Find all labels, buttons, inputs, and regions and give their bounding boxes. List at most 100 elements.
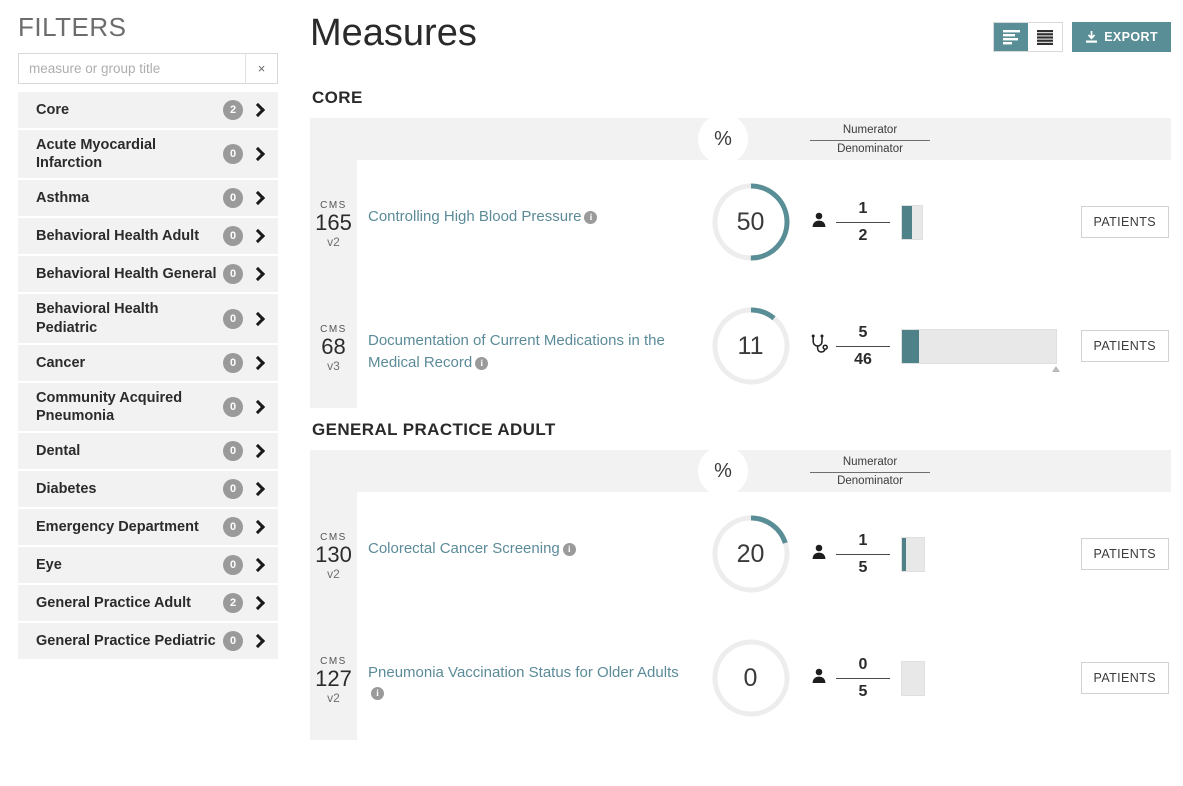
filter-item-count: 0 (223, 516, 243, 537)
chevron-right-icon[interactable] (252, 311, 266, 327)
cms-version: v2 (327, 566, 340, 581)
filter-item[interactable]: Asthma 0 (18, 180, 278, 219)
export-button[interactable]: EXPORT (1072, 22, 1171, 52)
filter-item-count: 2 (223, 592, 243, 613)
filter-item[interactable]: Emergency Department 0 (18, 508, 278, 547)
filter-item[interactable]: Community Acquired Pneumonia 0 (18, 382, 278, 433)
filter-item[interactable]: Diabetes 0 (18, 470, 278, 509)
header-actions: EXPORT (993, 14, 1171, 52)
percent-donut: 20 (709, 512, 793, 596)
numerator-header: Numerator (810, 455, 930, 473)
bar-track (901, 660, 925, 696)
filter-item-count: 0 (223, 144, 243, 165)
measure-name-link[interactable]: Colorectal Cancer Screening (368, 540, 560, 557)
percent-column-header: % (698, 114, 748, 164)
fraction-cell: 15 (804, 492, 892, 616)
download-icon (1086, 30, 1098, 43)
filter-item[interactable]: General Practice Pediatric 0 (18, 622, 278, 661)
chevron-right-icon[interactable] (252, 595, 266, 611)
patients-button[interactable]: PATIENTS (1080, 206, 1169, 238)
table-body: CMS 165 v2 Controlling High Blood Pressure i… (310, 160, 1171, 408)
chevron-right-icon[interactable] (252, 228, 266, 244)
view-compact-button[interactable] (994, 23, 1029, 51)
bar-track (901, 204, 923, 240)
percent-cell: 20 (697, 492, 804, 616)
cms-identifier: CMS 127 v2 (310, 616, 357, 740)
filter-item-label: General Practice Pediatric (36, 632, 216, 649)
chevron-right-icon[interactable] (252, 146, 266, 162)
filter-item-label: General Practice Adult (36, 594, 191, 611)
chevron-right-icon[interactable] (252, 266, 266, 282)
measure-row: CMS 68 v3 Documentation of Current Medicati… (310, 284, 1171, 408)
filter-item[interactable]: Cancer 0 (18, 344, 278, 383)
chevron-right-icon[interactable] (252, 190, 266, 206)
numerator-header: Numerator (810, 123, 930, 141)
filter-item-label: Core (36, 102, 70, 119)
chevron-right-icon[interactable] (252, 557, 266, 573)
filter-item[interactable]: Behavioral Health Adult 0 (18, 218, 278, 257)
fraction-column-header: Numerator Denominator (810, 455, 930, 489)
bar-fill (902, 329, 919, 363)
numerator-value: 5 (858, 323, 868, 341)
info-icon[interactable]: i (475, 356, 489, 370)
filter-item-count: 0 (223, 264, 243, 285)
patients-cell: PATIENTS (1057, 160, 1171, 284)
chevron-right-icon[interactable] (252, 633, 266, 649)
numerator-value: 1 (858, 199, 868, 217)
info-icon[interactable]: i (562, 543, 576, 556)
info-icon[interactable]: i (371, 686, 384, 700)
bar-fill (902, 205, 912, 239)
patients-button[interactable]: PATIENTS (1080, 330, 1169, 362)
info-icon[interactable]: i (584, 211, 598, 224)
fraction-divider (836, 677, 890, 679)
patients-button[interactable]: PATIENTS (1080, 538, 1169, 570)
percent-cell: 11 (697, 284, 804, 408)
filter-item-count: 0 (223, 308, 243, 329)
filter-item[interactable]: Behavioral Health Pediatric 0 (18, 294, 278, 345)
clear-search-button[interactable]: × (245, 54, 277, 84)
cms-version: v2 (327, 234, 340, 249)
filter-item[interactable]: Acute Myocardial Infarction 0 (18, 130, 278, 181)
fraction-cell: 5 46 (804, 284, 892, 408)
chevron-right-icon[interactable] (252, 443, 266, 459)
filter-item-label: Asthma (36, 190, 90, 207)
measure-name-cell: Documentation of Current Medications in … (357, 284, 697, 408)
person-icon-wrap (810, 667, 830, 690)
patients-cell: PATIENTS (1057, 492, 1171, 616)
percent-value: 0 (743, 663, 758, 692)
chevron-right-icon[interactable] (252, 355, 266, 371)
list-dense-icon (1037, 29, 1054, 45)
measure-name-link[interactable]: Pneumonia Vaccination Status for Older A… (368, 664, 679, 681)
view-dense-button[interactable] (1028, 23, 1063, 51)
cms-number: 165 (315, 210, 352, 235)
table-body: CMS 130 v2 Colorectal Cancer Screening i 20 1 5… (310, 492, 1171, 740)
filter-item[interactable]: Core 2 (18, 92, 278, 131)
measure-name-link[interactable]: Documentation of Current Medications in … (368, 332, 665, 371)
person-icon (812, 544, 826, 559)
measure-sections: CORE% Numerator Denominator CMS 165 v2 Control… (310, 88, 1171, 740)
filter-item[interactable]: Behavioral Health General 0 (18, 256, 278, 295)
filter-item-label: Acute Myocardial Infarction (36, 137, 157, 172)
filter-list: Core 2 Acute Myocardial Infarction 0 Asthma 0… (18, 92, 278, 661)
patients-cell: PATIENTS (1057, 284, 1171, 408)
table-header: % Numerator Denominator (310, 446, 1171, 496)
percent-value: 50 (736, 207, 765, 236)
chevron-right-icon[interactable] (252, 102, 266, 118)
chevron-right-icon[interactable] (252, 519, 266, 535)
filter-item[interactable]: Eye 0 (18, 546, 278, 585)
chevron-right-icon[interactable] (252, 481, 266, 497)
filter-item-count: 0 (223, 352, 243, 373)
filter-item-label: Dental (36, 442, 81, 459)
fraction-divider (836, 221, 890, 223)
view-toggle-group (993, 22, 1064, 52)
chevron-right-icon[interactable] (252, 399, 266, 415)
search-input[interactable] (19, 54, 245, 84)
patients-button[interactable]: PATIENTS (1080, 662, 1169, 694)
cms-version: v2 (327, 690, 340, 705)
filter-item[interactable]: General Practice Adult 2 (18, 584, 278, 623)
filter-item[interactable]: Dental 0 (18, 432, 278, 471)
cms-number: 127 (315, 666, 352, 691)
section-title: GENERAL PRACTICE ADULT (312, 420, 556, 439)
person-icon (812, 212, 826, 227)
measure-name-link[interactable]: Controlling High Blood Pressure (368, 208, 581, 225)
